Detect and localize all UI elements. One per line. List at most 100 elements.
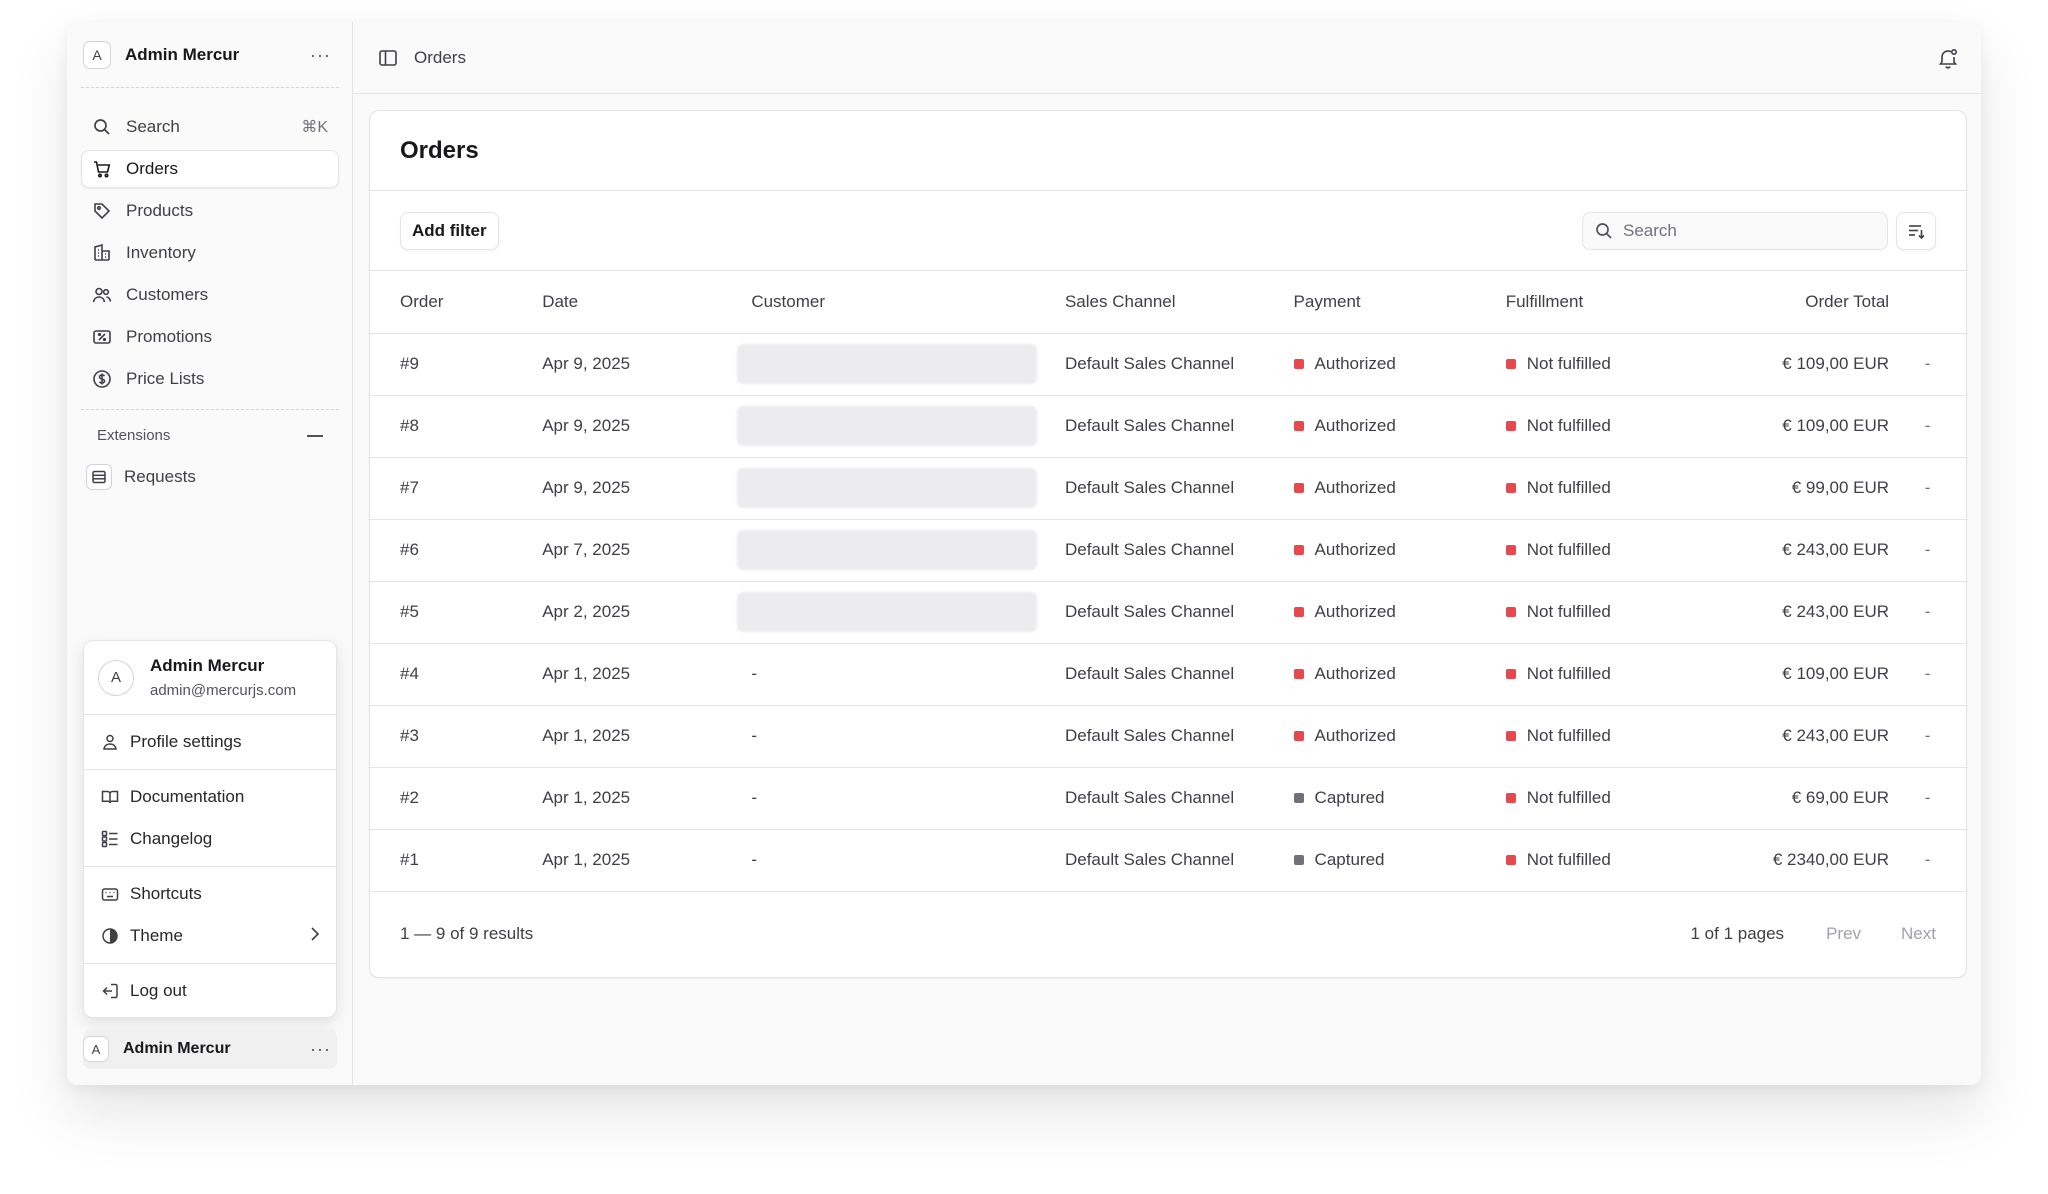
more-icon[interactable]: ··· [310,46,331,64]
sidebar-item-label: Inventory [126,243,196,262]
menu-item-log-out[interactable]: Log out [84,970,336,1012]
sidebar-item-label: Search [126,117,180,136]
sidebar: A Admin Mercur ··· Search ⌘K Orders Prod… [67,22,353,1085]
order-date: Apr 9, 2025 [542,457,752,520]
column-header-order-total[interactable]: Order Total [1725,271,1890,334]
customer-cell: - [751,767,1065,830]
search-box[interactable] [1582,211,1888,250]
extensions-heading[interactable]: Extensions [97,427,323,444]
notification-bell-icon[interactable] [1937,47,1959,69]
search-icon [92,117,112,137]
extensions-label: Extensions [97,427,171,444]
collapse-icon[interactable] [307,434,323,437]
table-row[interactable]: #3 Apr 1, 2025- Default Sales Channel Autho… [370,705,1966,768]
sidebar-item-orders[interactable]: Orders [81,150,339,188]
menu-item-theme[interactable]: Theme [84,915,336,957]
menu-group: Shortcuts Theme [84,867,336,964]
requests-row[interactable]: Requests [81,458,339,496]
column-header-fulfillment[interactable]: Fulfillment [1505,271,1726,334]
sales-channel: Default Sales Channel [1064,333,1294,396]
table-body: #9 Apr 9, 2025 Default Sales Channel Author… [370,333,1966,892]
fulfillment-label: Not fulfilled [1526,726,1611,745]
table-row[interactable]: #5 Apr 2, 2025 Default Sales Channel Author… [370,581,1966,644]
table-row[interactable]: #8 Apr 9, 2025 Default Sales Channel Author… [370,395,1966,458]
table-row[interactable]: #4 Apr 1, 2025- Default Sales Channel Autho… [370,643,1966,706]
sort-button[interactable] [1896,211,1936,250]
building-icon [92,243,112,263]
sales-channel: Default Sales Channel [1064,767,1294,830]
status-dot-icon [1293,731,1304,741]
sidebar-item-products[interactable]: Products [81,192,339,230]
customer-cell: - [751,829,1065,892]
order-date: Apr 1, 2025 [542,705,752,768]
row-extra: - [1889,457,1966,520]
prev-button[interactable]: Prev [1826,924,1861,944]
customer-cell: - [751,705,1065,768]
table-row[interactable]: #9 Apr 9, 2025 Default Sales Channel Author… [370,333,1966,396]
sidebar-item-label: Products [126,201,194,220]
table-row[interactable]: #2 Apr 1, 2025- Default Sales Channel Captu… [370,767,1966,830]
book-icon [100,787,120,807]
column-header-actions [1889,271,1966,334]
sidebar-toggle-icon[interactable] [378,48,398,68]
status-dot-icon [1293,483,1304,493]
table-row[interactable]: #7 Apr 9, 2025 Default Sales Channel Author… [370,457,1966,520]
order-number: #5 [370,581,543,644]
menu-item-shortcuts[interactable]: Shortcuts [84,873,336,915]
more-icon[interactable]: ··· [310,1040,331,1058]
row-extra: - [1889,395,1966,458]
status-dot-icon [1505,731,1516,741]
row-extra: - [1889,519,1966,582]
users-icon [92,285,112,305]
sidebar-item-label: Price Lists [126,369,205,388]
sidebar-item-search[interactable]: Search ⌘K [81,108,339,146]
add-filter-button[interactable]: Add filter [400,211,499,250]
store-switcher[interactable]: A Admin Mercur ··· [83,38,337,72]
breadcrumb-orders[interactable]: Orders [414,48,466,68]
sales-channel: Default Sales Channel [1064,395,1294,458]
order-number: #8 [370,395,543,458]
menu-item-documentation[interactable]: Documentation [84,776,336,818]
fulfillment-label: Not fulfilled [1526,354,1611,373]
menu-group: Profile settings [84,715,336,770]
table-row[interactable]: #1 Apr 1, 2025- Default Sales Channel Captu… [370,829,1966,892]
status-dot-icon [1505,607,1516,617]
table-row[interactable]: #6 Apr 7, 2025 Default Sales Channel Author… [370,519,1966,582]
fulfillment-status: Not fulfilled [1505,581,1726,644]
sidebar-item-customers[interactable]: Customers [81,276,339,314]
receipt-icon [92,327,112,347]
fulfillment-label: Not fulfilled [1526,788,1611,807]
row-extra: - [1889,767,1966,830]
sales-channel: Default Sales Channel [1064,643,1294,706]
menu-item-profile-settings[interactable]: Profile settings [84,721,336,763]
payment-status: Authorized [1293,643,1506,706]
status-dot-icon [1505,545,1516,555]
sidebar-item-requests[interactable]: Requests [81,458,339,500]
redacted-customer [737,344,1038,384]
sidebar-item-promotions[interactable]: Promotions [81,318,339,356]
page-count: 1 of 1 pages [1690,923,1785,943]
sales-channel: Default Sales Channel [1064,519,1294,582]
store-name: Admin Mercur [125,45,240,64]
status-dot-icon [1293,421,1304,431]
column-header-order[interactable]: Order [370,271,543,334]
sales-channel: Default Sales Channel [1064,705,1294,768]
column-header-date[interactable]: Date [542,271,752,334]
next-button[interactable]: Next [1901,924,1936,944]
user-switcher[interactable]: A Admin Mercur ··· [83,1029,337,1069]
customer-cell [737,395,1065,458]
row-extra: - [1889,581,1966,644]
order-date: Apr 7, 2025 [542,519,752,582]
column-header-customer[interactable]: Customer [751,271,1065,334]
order-total: € 109,00 EUR [1725,643,1890,706]
menu-item-changelog[interactable]: Changelog [84,818,336,860]
sidebar-item-price-lists[interactable]: Price Lists [81,360,339,398]
column-header-payment[interactable]: Payment [1293,271,1506,334]
fulfillment-label: Not fulfilled [1526,416,1611,435]
payment-status: Authorized [1293,333,1506,396]
search-input[interactable] [1623,220,1863,241]
column-header-sales-channel[interactable]: Sales Channel [1064,271,1294,334]
fulfillment-label: Not fulfilled [1526,540,1611,559]
fulfillment-status: Not fulfilled [1505,705,1726,768]
sidebar-item-inventory[interactable]: Inventory [81,234,339,272]
